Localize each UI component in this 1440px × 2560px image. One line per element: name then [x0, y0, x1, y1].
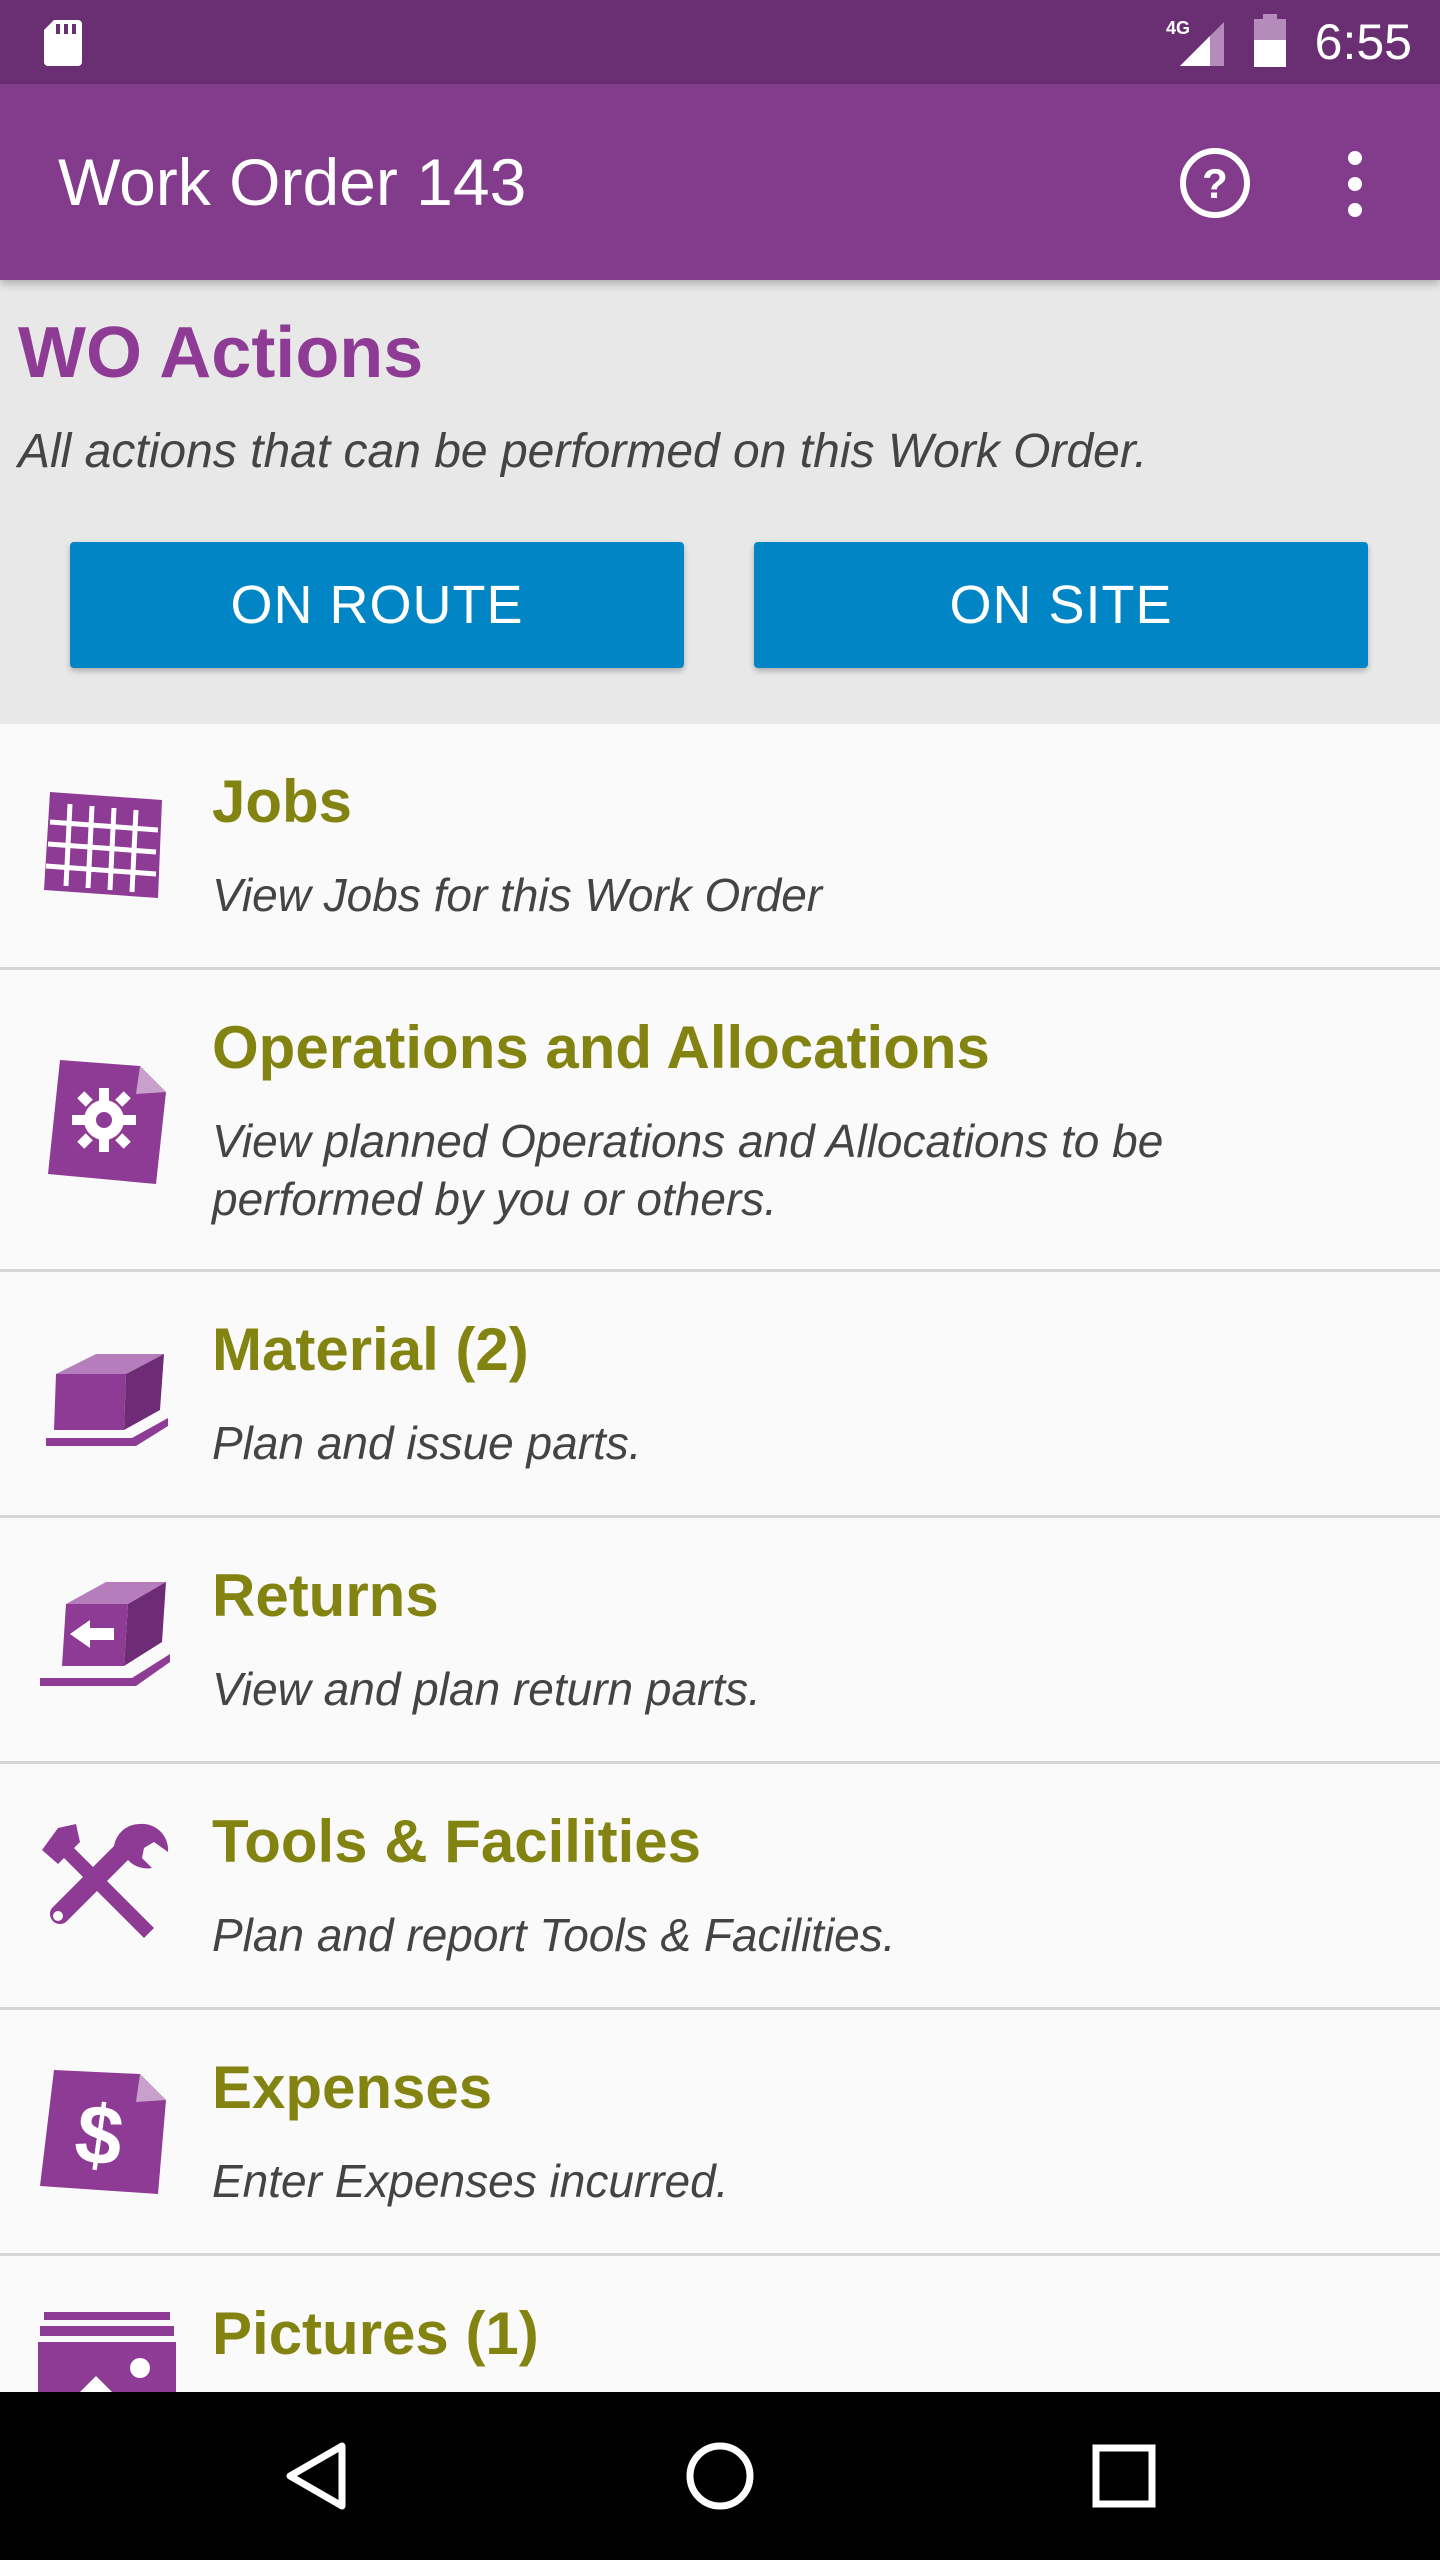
- pictures-icon: [38, 2312, 176, 2392]
- tools-icon: [42, 1823, 169, 1938]
- svg-text:?: ?: [1202, 160, 1228, 207]
- document-gear-icon: [48, 1060, 166, 1184]
- help-circle-icon[interactable]: ?: [1178, 146, 1252, 220]
- item-description: View planned Operations and Allocations …: [212, 1115, 1164, 1225]
- box-icon: [46, 1354, 168, 1446]
- actions-heading: WO Actions: [18, 313, 424, 393]
- list-item-material[interactable]: Material (2) Plan and issue parts.: [0, 1272, 1440, 1518]
- recents-square-icon[interactable]: [1074, 2426, 1174, 2526]
- item-title: Material (2): [212, 1316, 529, 1383]
- list-item-jobs[interactable]: Jobs View Jobs for this Work Order: [0, 724, 1440, 970]
- item-description: Enter Expenses incurred.: [212, 2155, 729, 2207]
- list-item-operations[interactable]: Operations and Allocations View planned …: [0, 970, 1440, 1272]
- list-item-returns[interactable]: Returns View and plan return parts.: [0, 1518, 1440, 1764]
- list-item-tools[interactable]: Tools & Facilities Plan and report Tools…: [0, 1764, 1440, 2010]
- grid-icon: [44, 792, 162, 898]
- page-title: Work Order 143: [58, 145, 527, 219]
- item-title: Jobs: [212, 768, 353, 835]
- item-description: Plan and issue parts.: [212, 1417, 642, 1469]
- battery-icon: [1254, 14, 1286, 67]
- list-item-pictures[interactable]: Pictures (1): [0, 2256, 1440, 2392]
- item-description: View Jobs for this Work Order: [212, 869, 823, 921]
- on-route-button[interactable]: ON ROUTE: [70, 542, 684, 668]
- status-clock: 6:55: [1314, 14, 1412, 70]
- item-description: View and plan return parts.: [212, 1663, 761, 1715]
- actions-subtitle: All actions that can be performed on thi…: [18, 425, 1148, 478]
- dollar-document-icon: $: [40, 2070, 166, 2194]
- list-item-expenses[interactable]: $ Expenses Enter Expenses incurred.: [0, 2010, 1440, 2256]
- signal-4g-icon: 4G: [1166, 18, 1224, 66]
- svg-text:4G: 4G: [1166, 18, 1190, 38]
- status-bar: 4G 6:55: [0, 0, 1440, 84]
- item-title: Returns: [212, 1562, 439, 1629]
- item-title: Operations and Allocations: [212, 1014, 990, 1081]
- app-bar: Work Order 143 ?: [0, 84, 1440, 280]
- menu-list: Jobs View Jobs for this Work Order Opera…: [0, 724, 1440, 2392]
- item-title: Pictures (1): [212, 2300, 539, 2367]
- home-circle-icon[interactable]: [670, 2426, 770, 2526]
- screen: 4G 6:55 Work Order 143 ? WO Actions All …: [0, 0, 1440, 2560]
- box-return-icon: [40, 1582, 170, 1686]
- sd-card-icon: [44, 20, 82, 66]
- actions-panel: WO Actions All actions that can be perfo…: [0, 280, 1440, 724]
- item-description: Plan and report Tools & Facilities.: [212, 1909, 896, 1961]
- on-site-button[interactable]: ON SITE: [754, 542, 1368, 668]
- back-triangle-icon[interactable]: [266, 2426, 366, 2526]
- more-vert-icon[interactable]: [1340, 148, 1370, 220]
- item-title: Tools & Facilities: [212, 1808, 701, 1875]
- item-title: Expenses: [212, 2054, 493, 2121]
- navigation-bar: [0, 2392, 1440, 2560]
